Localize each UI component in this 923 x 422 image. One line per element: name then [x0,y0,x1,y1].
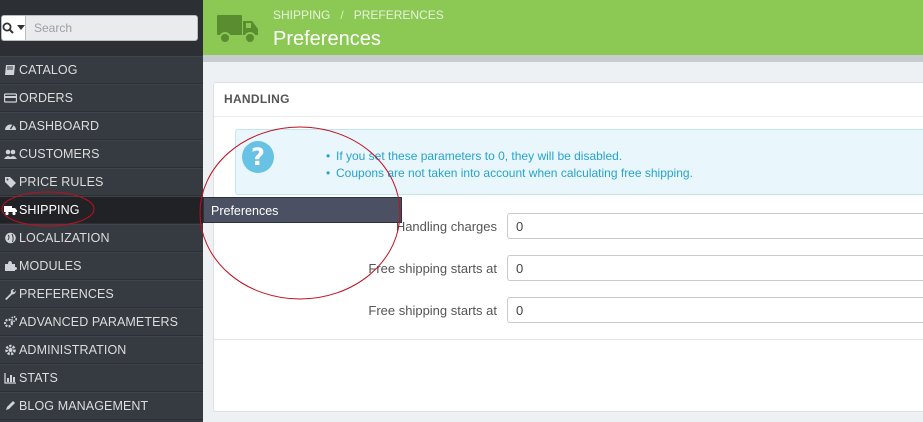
truck-icon [217,15,258,44]
sidebar-item-label: BLOG MANAGEMENT [19,399,149,413]
sidebar-item-label: ADMINISTRATION [19,343,127,357]
sidebar-item-label: ADVANCED PARAMETERS [19,315,179,329]
search-dropdown-button[interactable] [1,15,25,41]
page-title: Preferences [273,28,381,50]
sidebar-item-customers[interactable]: CUSTOMERS [0,140,203,168]
sidebar-item-label: ORDERS [19,91,74,105]
breadcrumb-item-preferences[interactable]: PREFERENCES [354,8,444,22]
alert-item: If you set these parameters to 0, they w… [326,148,693,165]
cog-icon [3,344,17,356]
cogs-icon [3,316,17,328]
handling-charges-input[interactable] [507,213,923,239]
submenu-item-preferences[interactable]: Preferences [203,197,402,223]
panel-footer-divider [214,339,923,340]
free-shipping-price-label: Free shipping starts at [368,261,497,276]
breadcrumb-item-shipping[interactable]: SHIPPING [273,8,330,22]
puzzle-icon [3,260,17,272]
sidebar-item-label: SHIPPING [19,203,80,217]
free-shipping-weight-row: Free shipping starts at [214,297,923,323]
panel-heading: HANDLING [214,83,923,117]
bar-chart-icon [3,372,17,384]
tags-icon [3,176,17,188]
breadcrumb: SHIPPING / PREFERENCES [273,8,444,22]
sidebar-item-label: DASHBOARD [19,119,100,133]
sidebar-item-orders[interactable]: ORDERS [0,84,203,112]
credit-card-icon [3,92,17,104]
sidebar-item-label: PREFERENCES [19,287,114,301]
alert-item: Coupons are not taken into account when … [326,165,693,182]
search-input[interactable] [25,15,198,41]
sidebar-item-shipping[interactable]: SHIPPING [0,196,203,224]
info-alert: ? If you set these parameters to 0, they… [235,129,923,195]
sidebar: CATALOG ORDERS DASHBOARD CUSTOMERS PRICE… [0,0,203,422]
book-icon [3,64,17,76]
caret-down-icon [17,25,25,30]
sidebar-item-label: STATS [19,371,58,385]
pencil-icon [3,400,17,412]
alert-list: If you set these parameters to 0, they w… [326,148,693,182]
handling-panel: HANDLING ? If you set these parameters t… [213,82,923,412]
sidebar-item-advanced-parameters[interactable]: ADVANCED PARAMETERS [0,308,203,336]
sidebar-item-catalog[interactable]: CATALOG [0,56,203,84]
free-shipping-weight-label: Free shipping starts at [368,303,497,318]
truck-icon [3,204,17,216]
handling-charges-label: Handling charges [395,219,497,234]
sidebar-item-dashboard[interactable]: DASHBOARD [0,112,203,140]
search-bar [0,0,203,56]
users-icon [3,148,17,160]
globe-icon [3,232,17,244]
page: CATALOG ORDERS DASHBOARD CUSTOMERS PRICE… [0,0,923,422]
sidebar-item-preferences[interactable]: PREFERENCES [0,280,203,308]
sidebar-item-label: MODULES [19,259,82,273]
search-icon [2,22,14,34]
header-divider [203,55,923,62]
sidebar-item-modules[interactable]: MODULES [0,252,203,280]
sidebar-item-localization[interactable]: LOCALIZATION [0,224,203,252]
free-shipping-price-row: Free shipping starts at [214,255,923,281]
sidebar-item-stats[interactable]: STATS [0,364,203,392]
sidebar-item-label: CATALOG [19,63,78,77]
breadcrumb-separator: / [340,8,344,22]
free-shipping-price-input[interactable] [507,255,923,281]
sidebar-item-administration[interactable]: ADMINISTRATION [0,336,203,364]
sidebar-item-label: PRICE RULES [19,175,104,189]
sidebar-item-label: CUSTOMERS [19,147,100,161]
sidebar-item-blog-management[interactable]: BLOG MANAGEMENT [0,392,203,420]
free-shipping-weight-input[interactable] [507,297,923,323]
wrench-icon [3,288,17,300]
sidebar-item-price-rules[interactable]: PRICE RULES [0,168,203,196]
sidebar-nav: CATALOG ORDERS DASHBOARD CUSTOMERS PRICE… [0,56,203,420]
sidebar-item-label: LOCALIZATION [19,231,110,245]
question-icon: ? [242,141,274,173]
dashboard-icon [3,120,17,132]
page-header: SHIPPING / PREFERENCES Preferences [203,0,923,55]
